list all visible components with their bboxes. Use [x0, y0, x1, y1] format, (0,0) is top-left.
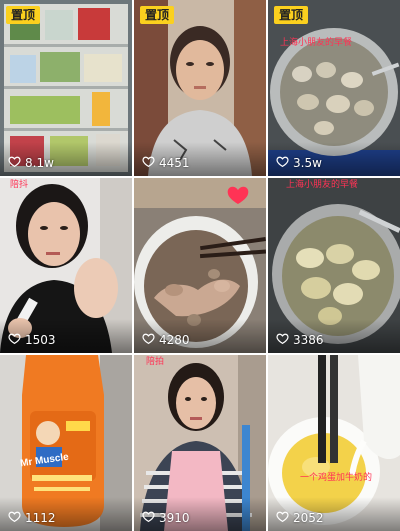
video-tile[interactable]: 一个鸡蛋加牛奶的 2052 [268, 355, 400, 531]
video-tile[interactable]: 上海小朋友的早餐 3386 [268, 178, 400, 353]
heart-icon [276, 155, 289, 171]
heart-icon [8, 510, 21, 526]
heart-icon [142, 155, 155, 171]
video-caption: 陪拍 [146, 357, 165, 367]
video-tile[interactable]: 陪拍 3910 [134, 355, 266, 531]
like-count: 2052 [276, 510, 324, 526]
heart-icon [276, 332, 289, 348]
like-count-text: 3.5w [293, 156, 322, 170]
like-count-text: 1112 [25, 511, 56, 525]
video-tile[interactable]: 陪抖 1503 [0, 178, 132, 353]
like-count-text: 2052 [293, 511, 324, 525]
video-caption: 一个鸡蛋加牛奶的 [300, 473, 373, 483]
heart-icon [142, 510, 155, 526]
pinned-badge: 置顶 [140, 6, 175, 24]
pinned-badge: 置顶 [6, 6, 41, 24]
like-count: 1112 [8, 510, 56, 526]
video-tile[interactable]: 置顶 上海小朋友的早餐 3.5w [268, 0, 400, 176]
like-count: 8.1w [8, 155, 54, 171]
video-tile[interactable]: 置顶 4451 [134, 0, 266, 176]
like-count: 4280 [142, 332, 190, 348]
like-count: 3910 [142, 510, 190, 526]
video-tile[interactable]: 置顶 8.1w [0, 0, 132, 176]
like-count-text: 3910 [159, 511, 190, 525]
like-count: 1503 [8, 332, 56, 348]
like-count: 4451 [142, 155, 190, 171]
video-tile[interactable]: 4280 [134, 178, 266, 353]
like-count: 3.5w [276, 155, 322, 171]
video-tile[interactable]: Mr Muscle 1112 [0, 355, 132, 531]
heart-icon [142, 332, 155, 348]
video-caption: 陪抖 [10, 180, 29, 190]
like-count: 3386 [276, 332, 324, 348]
like-count-text: 4451 [159, 156, 190, 170]
like-count-text: 3386 [293, 333, 324, 347]
pinned-badge: 置顶 [274, 6, 309, 24]
video-caption: 上海小朋友的早餐 [280, 38, 353, 48]
like-count-text: 8.1w [25, 156, 54, 170]
video-grid: 置顶 8.1w 置顶 4451 置顶 上海小朋友的早餐 3.5w 陪抖 1503… [0, 0, 400, 531]
like-count-text: 1503 [25, 333, 56, 347]
video-caption: 上海小朋友的早餐 [286, 180, 359, 190]
heart-icon [8, 155, 21, 171]
heart-icon [8, 332, 21, 348]
like-count-text: 4280 [159, 333, 190, 347]
heart-icon [276, 510, 289, 526]
